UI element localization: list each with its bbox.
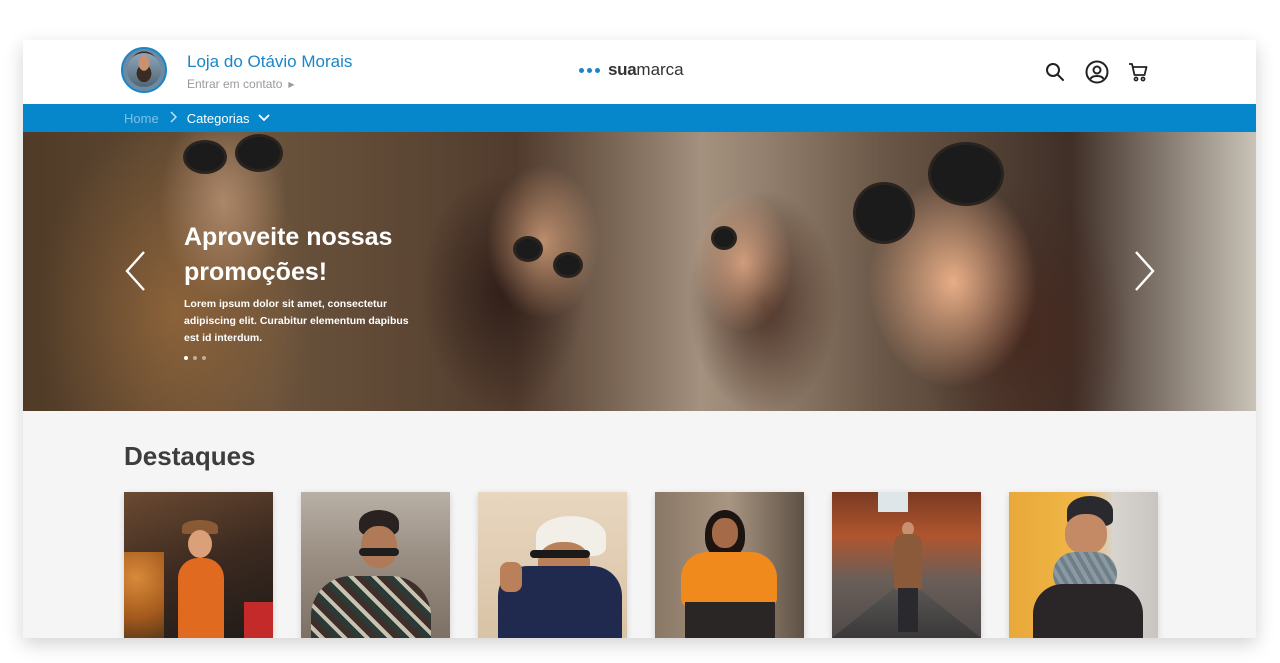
product-card[interactable]: [655, 492, 804, 638]
product-list: [124, 492, 1158, 638]
product-card[interactable]: [124, 492, 273, 638]
brand-logo[interactable]: sua marca: [579, 60, 684, 80]
chevron-right-icon: [1135, 251, 1155, 291]
hero-photo-detail: [513, 236, 543, 262]
brand-logo-bold: sua: [608, 60, 637, 79]
store-name[interactable]: Loja do Otávio Morais: [187, 52, 352, 72]
page-frame: Loja do Otávio Morais Entrar em contato ▶…: [23, 40, 1256, 638]
hero-dot[interactable]: [193, 356, 197, 360]
hero-banner: Aproveite nossas promoções! Lorem ipsum …: [23, 132, 1256, 411]
hero-prev-button[interactable]: [123, 250, 149, 292]
hero-photo-detail: [711, 226, 737, 250]
hero-pagination[interactable]: [184, 356, 206, 360]
section-title: Destaques: [124, 441, 256, 471]
cart-icon[interactable]: [1125, 59, 1151, 85]
hero-dot[interactable]: [184, 356, 188, 360]
hero-photo-detail: [928, 142, 1004, 206]
product-card[interactable]: [832, 492, 981, 638]
product-card[interactable]: [1009, 492, 1158, 638]
avatar[interactable]: [121, 47, 167, 93]
contact-link[interactable]: Entrar em contato ▶: [187, 77, 295, 91]
user-icon[interactable]: [1084, 59, 1110, 85]
search-icon[interactable]: [1042, 59, 1068, 85]
brand-dots-icon: [579, 67, 600, 73]
hero-description: Lorem ipsum dolor sit amet, consectetur …: [184, 298, 409, 344]
breadcrumb-home[interactable]: Home: [124, 111, 159, 126]
hero-photo-detail: [183, 140, 227, 174]
breadcrumb-separator: [170, 110, 178, 126]
hero-next-button[interactable]: [1131, 250, 1157, 292]
chevron-right-icon: [170, 110, 177, 123]
product-card[interactable]: [478, 492, 627, 638]
contact-label: Entrar em contato: [187, 77, 283, 91]
hero-photo-detail: [235, 134, 283, 172]
header: Loja do Otávio Morais Entrar em contato ▶…: [23, 40, 1256, 104]
play-arrow-icon: ▶: [288, 80, 295, 89]
chevron-down-icon: [257, 114, 270, 122]
brand-logo-regular: marca: [636, 60, 684, 79]
hero-dot[interactable]: [202, 356, 206, 360]
product-card[interactable]: [301, 492, 450, 638]
chevron-left-icon: [125, 251, 145, 291]
categories-dropdown[interactable]: Categorias: [187, 111, 270, 126]
hero-title: Aproveite nossas promoções!: [184, 223, 393, 286]
hero-photo-detail: [853, 182, 915, 244]
categories-label: Categorias: [186, 110, 250, 126]
hero-photo-detail: [553, 252, 583, 278]
breadcrumb: Home Categorias: [23, 104, 1256, 132]
